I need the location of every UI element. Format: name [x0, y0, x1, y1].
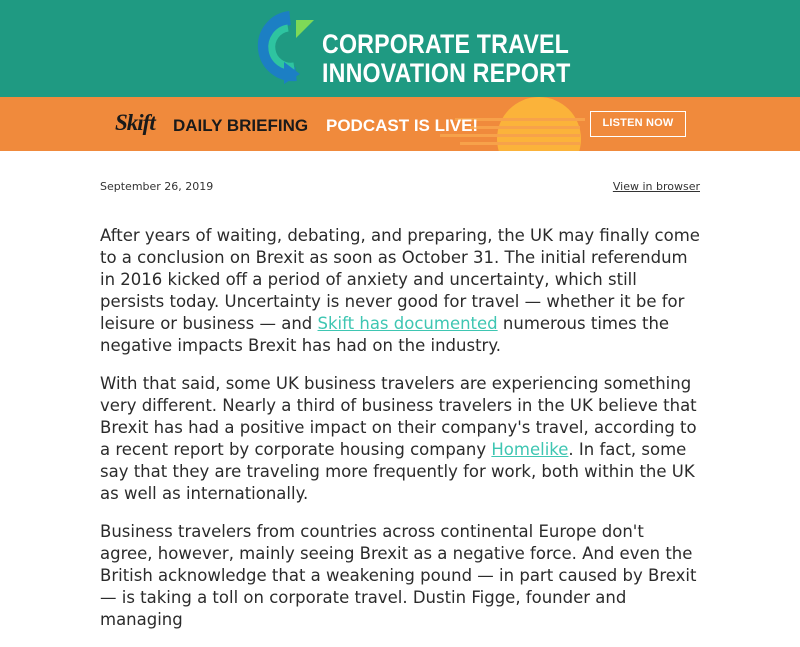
report-title-line2: INNOVATION REPORT: [322, 58, 571, 88]
podcast-live-label: PODCAST IS LIVE!: [326, 116, 479, 135]
article-paragraph: After years of waiting, debating, and pr…: [100, 225, 700, 357]
skift-logo: Skift: [115, 110, 156, 135]
report-title: CORPORATE TRAVEL INNOVATION REPORT: [322, 30, 570, 88]
article-paragraph: Business travelers from countries across…: [100, 522, 697, 629]
c-logo-icon: [257, 11, 314, 84]
header-bar: CORPORATE TRAVEL INNOVATION REPORT: [0, 0, 800, 97]
listen-now-button[interactable]: LISTEN NOW: [590, 111, 686, 137]
newsletter-date: September 26, 2019: [100, 180, 214, 193]
skift-documented-link[interactable]: Skift has documented: [318, 314, 498, 333]
daily-briefing-label: DAILY BRIEFING: [173, 116, 309, 135]
banner-stripe: [470, 126, 580, 129]
view-in-browser-link[interactable]: View in browser: [613, 180, 700, 193]
report-title-line1: CORPORATE TRAVEL: [322, 29, 569, 59]
article-paragraph: With that said, some UK business travele…: [100, 373, 700, 505]
article-body: After years of waiting, debating, and pr…: [100, 225, 700, 647]
banner-stripe: [460, 142, 580, 145]
homelike-link[interactable]: Homelike: [491, 440, 568, 459]
